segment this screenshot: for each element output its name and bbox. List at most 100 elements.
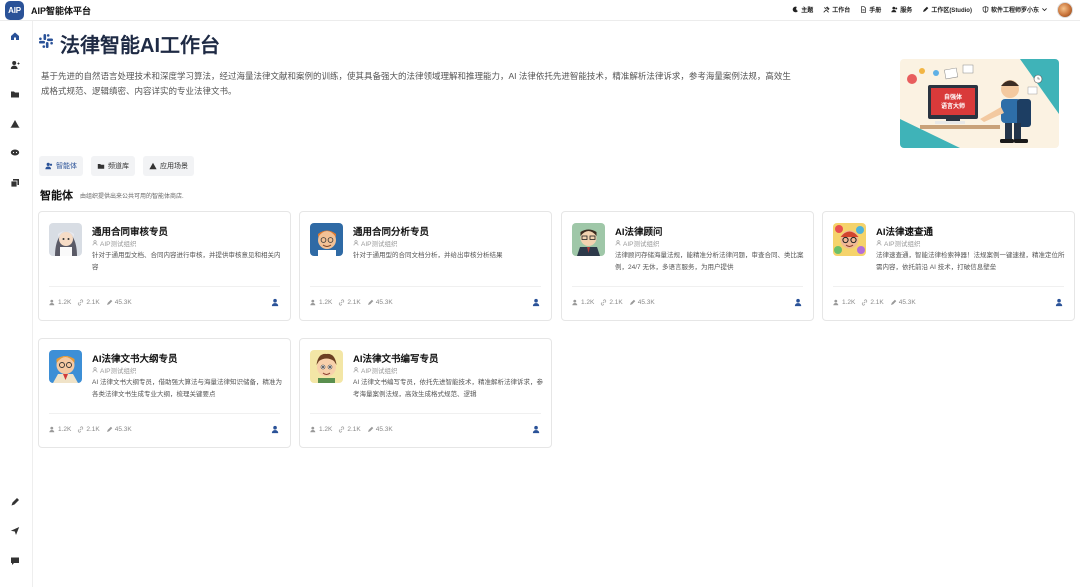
stat-uses-value: 45.3K	[637, 299, 655, 306]
nav-user-label: 软件工程师罗小东	[990, 8, 1039, 14]
pen-icon	[923, 6, 929, 12]
page-title: 法律智能AI工作台	[60, 35, 220, 57]
nav-studio-label: 工作区(Studio)	[931, 8, 972, 14]
stat-links: 2.1K	[77, 426, 100, 433]
agent-stats: 1.2K 2.1K 45.3K	[49, 299, 132, 306]
add-agent-icon[interactable]	[271, 425, 280, 434]
nav-workbench[interactable]: 工作台	[823, 5, 850, 14]
agent-org: AIP测试组织	[353, 238, 397, 248]
stat-users-value: 1.2K	[319, 426, 333, 433]
add-agent-icon[interactable]	[532, 298, 541, 307]
users-icon	[45, 162, 53, 170]
agent-stats: 1.2K 2.1K 45.3K	[833, 299, 916, 306]
agent-org-label: AIP测试组织	[884, 241, 921, 248]
user-icon	[353, 240, 359, 246]
section-subtitle: 由组织提供出来公共可用的智能体商店.	[80, 194, 184, 200]
page-description: 基于先进的自然语言处理技术和深度学习算法，经过海量法律文献和案例的训练，使其具备…	[41, 71, 791, 96]
agent-org: AIP测试组织	[353, 365, 397, 375]
sidebar-chat-icon[interactable]	[9, 147, 21, 159]
nav-service-label: 服务	[900, 8, 913, 14]
sidebar-home-icon[interactable]	[9, 30, 21, 42]
sidebar-folder-icon[interactable]	[9, 88, 21, 100]
agent-description: AI 法律文书大纲专员，借助强大算法与海量法律知识储备，精准为各类法律文书生成专…	[92, 379, 282, 398]
tools-icon	[823, 6, 830, 13]
chat-icon	[10, 149, 20, 156]
user-icon	[353, 367, 359, 373]
add-agent-icon[interactable]	[532, 425, 541, 434]
stat-links-value: 2.1K	[347, 426, 361, 433]
pen-icon	[106, 299, 113, 305]
nav-studio[interactable]: 工作区(Studio)	[922, 5, 972, 14]
agent-org-label: AIP测试组织	[623, 241, 660, 248]
stat-uses-value: 45.3K	[375, 426, 393, 433]
agent-stats: 1.2K 2.1K 45.3K	[310, 299, 393, 306]
app-logo[interactable]: AIP	[5, 1, 24, 20]
home-icon	[11, 32, 19, 40]
stat-users-value: 1.2K	[58, 426, 72, 433]
agent-avatar	[310, 223, 343, 256]
nav-user-menu[interactable]: 软件工程师罗小东	[982, 5, 1048, 14]
stat-users-value: 1.2K	[319, 299, 333, 306]
tab-scenarios-label: 应用场景	[160, 163, 188, 170]
top-nav: 主题 工作台 手册 服务 工作区(Studio) 软件工程师罗小东	[792, 5, 1048, 14]
sidebar-send-icon[interactable]	[9, 525, 21, 537]
app-title[interactable]: AIP智能体平台	[31, 4, 91, 17]
user-avatar[interactable]	[1057, 2, 1073, 18]
stat-users: 1.2K	[572, 299, 594, 306]
agent-card[interactable]: 通用合同分析专员 AIP测试组织 针对于通用型的合同文档分析，并给出审核分析结果…	[299, 211, 552, 321]
link-icon	[601, 299, 607, 306]
agent-org: AIP测试组织	[615, 238, 659, 248]
link-icon	[78, 426, 84, 433]
agent-card[interactable]: AI法律顾问 AIP测试组织 法律顾问存储海量法规，能精准分析法律问题，审查合同…	[561, 211, 814, 321]
agent-avatar	[572, 223, 605, 256]
stat-uses: 45.3K	[367, 426, 393, 433]
users-icon	[572, 299, 578, 306]
stat-links: 2.1K	[338, 299, 361, 306]
sidebar-warning-icon[interactable]	[9, 118, 21, 130]
agent-card[interactable]: AI法律速查通 AIP测试组织 法律速查通，智能法律检索神器！法规案例一键速搜，…	[822, 211, 1075, 321]
message-icon	[11, 557, 19, 565]
link-icon	[862, 299, 868, 306]
nav-manual[interactable]: 手册	[860, 5, 881, 14]
agent-avatar	[49, 350, 82, 383]
tab-scenarios[interactable]: 应用场景	[143, 156, 194, 176]
agent-org: AIP测试组织	[876, 238, 920, 248]
pen-icon	[890, 299, 897, 305]
link-icon	[339, 426, 345, 433]
users-icon	[833, 299, 839, 306]
stat-links: 2.1K	[600, 299, 623, 306]
nav-service[interactable]: 服务	[891, 5, 912, 14]
agent-card[interactable]: AI法律文书大纲专员 AIP测试组织 AI 法律文书大纲专员，借助强大算法与海量…	[38, 338, 291, 448]
main-content: 法律智能AI工作台 基于先进的自然语言处理技术和深度学习算法，经过海量法律文献和…	[33, 21, 1080, 587]
tab-agents[interactable]: 智能体	[39, 156, 83, 176]
stat-uses-value: 45.3K	[898, 299, 916, 306]
nav-manual-label: 手册	[869, 8, 882, 14]
nav-theme[interactable]: 主题	[792, 5, 813, 14]
folder-icon	[11, 91, 19, 98]
sidebar-pen-icon[interactable]	[9, 496, 21, 508]
warning-icon	[149, 162, 157, 170]
add-agent-icon[interactable]	[271, 298, 280, 307]
agent-card[interactable]: AI法律文书编写专员 AIP测试组织 AI 法律文书编写专员，依托先进智能技术，…	[299, 338, 552, 448]
stat-links: 2.1K	[861, 299, 884, 306]
add-agent-icon[interactable]	[794, 298, 803, 307]
hero-illustration: 自强体 语言大师	[900, 59, 1059, 148]
stat-links-value: 2.1K	[347, 299, 361, 306]
stat-links: 2.1K	[338, 426, 361, 433]
tab-channels[interactable]: 频道库	[91, 156, 135, 176]
send-icon	[10, 527, 20, 535]
agent-org-label: AIP测试组织	[100, 241, 137, 248]
folder-icon	[97, 164, 105, 169]
sidebar-user-icon[interactable]	[9, 59, 21, 71]
add-agent-icon[interactable]	[1055, 298, 1064, 307]
user-icon	[92, 367, 98, 373]
stat-users: 1.2K	[833, 299, 855, 306]
sidebar-message-icon[interactable]	[9, 555, 21, 567]
sidebar-copy-icon[interactable]	[9, 177, 21, 189]
agent-stats: 1.2K 2.1K 45.3K	[49, 426, 132, 433]
user-icon	[92, 240, 98, 246]
agent-card[interactable]: 通用合同审核专员 AIP测试组织 针对于通用型文档、合同内容进行审核，并提供审核…	[38, 211, 291, 321]
users-icon	[310, 299, 316, 306]
users-icon	[310, 426, 316, 433]
card-divider	[49, 286, 280, 287]
